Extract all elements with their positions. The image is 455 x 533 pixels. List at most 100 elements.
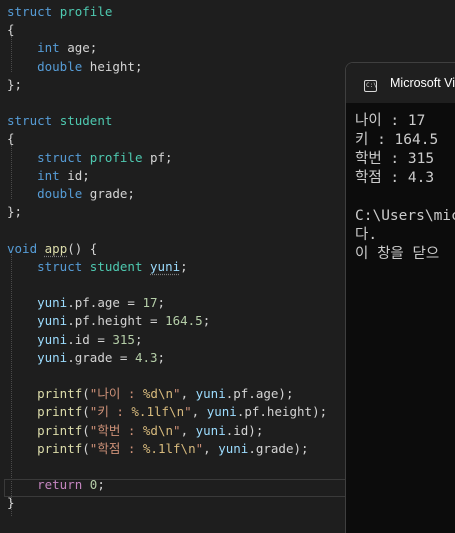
- code-token: age;: [59, 40, 98, 56]
- code-token: yuni: [37, 295, 68, 311]
- code-token: return: [37, 477, 83, 493]
- code-token: yuni: [150, 258, 181, 274]
- code-token: ;: [134, 331, 143, 347]
- code-line: yuni.pf.age = 17;: [7, 294, 165, 312]
- console-output: 나이 : 17 키 : 164.5 학번 : 315 학점 : 4.3 C:\U…: [355, 113, 455, 262]
- code-token: struct: [7, 113, 53, 129]
- code-token: void: [7, 240, 38, 256]
- code-line: {: [7, 130, 15, 148]
- code-token: yuni: [206, 404, 237, 420]
- code-token: {: [7, 131, 15, 147]
- code-line: return 0;: [7, 476, 105, 494]
- code-token: yuni: [195, 422, 226, 438]
- code-token: %.1lf: [142, 440, 181, 456]
- code-line: {: [7, 21, 15, 39]
- code-token: "나이 :: [89, 386, 143, 402]
- code-token: grade;: [82, 186, 135, 201]
- code-token: () {: [67, 240, 98, 256]
- code-token: \n: [180, 440, 196, 456]
- code-token: \n: [157, 386, 174, 402]
- code-token: %d: [142, 386, 158, 402]
- code-token: 315: [112, 331, 135, 347]
- code-token: printf: [37, 386, 83, 402]
- code-line: struct profile: [7, 3, 112, 21]
- code-token: yuni: [37, 313, 68, 329]
- code-token: 4.3: [134, 349, 158, 365]
- code-token: (: [82, 404, 90, 420]
- code-line: double grade;: [7, 185, 135, 203]
- code-token: .grade =: [67, 349, 135, 365]
- code-token: printf: [37, 440, 83, 456]
- code-token: struct: [37, 258, 83, 274]
- code-token: printf: [37, 422, 83, 438]
- code-line: struct profile pf;: [7, 149, 172, 167]
- code-token: profile: [59, 4, 113, 19]
- code-line: };: [7, 203, 22, 221]
- code-token: \n: [169, 404, 185, 420]
- code-token: ;: [97, 477, 105, 493]
- code-token: ;: [202, 313, 211, 329]
- code-line: yuni.pf.height = 164.5;: [7, 312, 210, 330]
- console-title: Microsoft Vi: [390, 76, 455, 90]
- code-token: profile: [89, 149, 143, 165]
- code-token: printf: [37, 404, 83, 420]
- code-token: 17: [142, 295, 158, 311]
- code-line: };: [7, 76, 22, 94]
- code-token: app: [44, 240, 68, 256]
- code-token: yuni: [37, 349, 68, 365]
- code-token: height;: [82, 58, 143, 74]
- code-token: ,: [180, 386, 196, 402]
- code-token: yuni: [37, 331, 68, 347]
- code-line: yuni.grade = 4.3;: [7, 349, 165, 367]
- console-window[interactable]: C:\ Microsoft Vi 나이 : 17 키 : 164.5 학번 : …: [345, 62, 455, 533]
- code-token: {: [7, 22, 15, 38]
- code-token: ": [173, 386, 181, 402]
- code-line: yuni.id = 315;: [7, 331, 142, 349]
- code-token: ;: [157, 295, 166, 311]
- code-token: .id =: [67, 331, 113, 347]
- code-token: struct: [37, 149, 83, 165]
- code-line: }: [7, 494, 15, 512]
- code-token: ,: [180, 422, 196, 438]
- code-token: .pf.height);: [236, 404, 328, 420]
- code-token: %.1lf: [131, 404, 170, 420]
- code-token: (: [82, 386, 90, 402]
- code-token: double: [37, 58, 83, 74]
- code-token: id;: [59, 167, 90, 183]
- code-token: %d: [142, 422, 158, 438]
- code-token: };: [7, 204, 23, 220]
- code-token: .grade);: [248, 440, 309, 456]
- code-token: ;: [180, 258, 188, 274]
- code-line: double height;: [7, 58, 142, 76]
- code-token: student: [89, 258, 143, 274]
- code-line: printf("학점 : %.1lf\n", yuni.grade);: [7, 440, 309, 458]
- code-line: struct student: [7, 112, 112, 130]
- code-token: ": [184, 404, 192, 420]
- console-titlebar[interactable]: C:\ Microsoft Vi: [346, 63, 455, 103]
- code-line: printf("학번 : %d\n", yuni.id);: [7, 422, 263, 440]
- code-token: (: [82, 440, 90, 456]
- code-line: void app() {: [7, 240, 97, 258]
- code-line: printf("키 : %.1lf\n", yuni.pf.height);: [7, 403, 327, 421]
- code-token: "키 :: [89, 404, 132, 420]
- code-line: int age;: [7, 39, 97, 57]
- code-token: 164.5: [165, 313, 203, 329]
- code-token: "학번 :: [89, 422, 143, 438]
- code-token: .id);: [225, 422, 264, 438]
- code-token: yuni: [195, 386, 226, 402]
